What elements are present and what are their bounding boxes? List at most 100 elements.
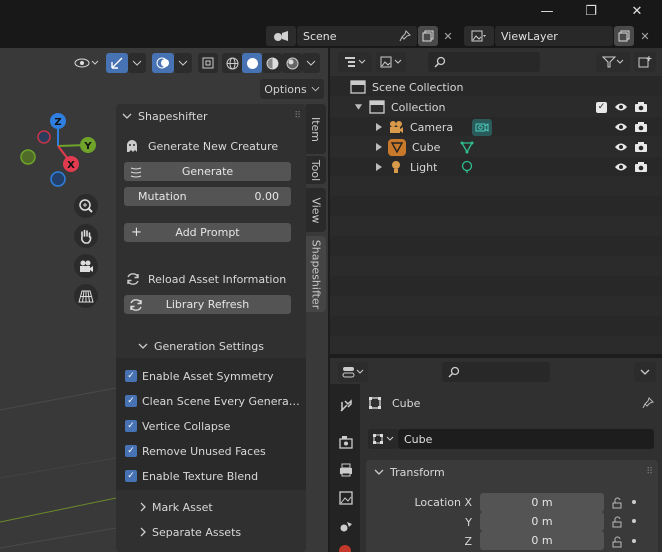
shading-rendered[interactable] [282, 53, 302, 73]
navigation-gizmo[interactable]: Z Y X [14, 108, 104, 192]
vertice-collapse-checkbox[interactable]: ✓ Vertice Collapse [125, 418, 301, 434]
lock-icon[interactable] [610, 514, 626, 530]
lock-icon[interactable] [610, 495, 626, 511]
enable-asset-symmetry-checkbox[interactable]: ✓ Enable Asset Symmetry [125, 368, 301, 384]
outliner-row-collection[interactable]: Collection ✓ [330, 97, 662, 117]
transform-panel-header[interactable]: Transform ⠿ [374, 463, 654, 481]
viewlayer-name-field[interactable]: ViewLayer [495, 26, 613, 46]
remove-viewlayer-icon[interactable]: ✕ [637, 28, 653, 44]
object-name-field[interactable]: Cube [398, 429, 654, 449]
chevron-down-icon[interactable] [354, 104, 363, 110]
top-bar: — ❐ ✕ Scene ✕ ViewLayer ✕ [0, 0, 662, 48]
overlays-toggle[interactable] [152, 53, 174, 73]
scene-tab[interactable] [336, 516, 356, 536]
outliner-row-light[interactable]: Light [330, 157, 662, 177]
neg-y-handle[interactable] [20, 149, 36, 165]
shading-solid[interactable] [242, 53, 262, 73]
mutation-field[interactable]: Mutation 0.00 [124, 187, 291, 206]
library-refresh-button[interactable]: Library Refresh [124, 295, 291, 314]
chevron-right-icon[interactable] [376, 123, 382, 131]
zoom-button[interactable] [74, 194, 98, 218]
unlink-scene-icon[interactable]: ✕ [440, 28, 456, 44]
render-camera-icon[interactable] [634, 101, 648, 113]
output-tab[interactable] [336, 460, 356, 480]
location-z-field[interactable]: 0 m [480, 531, 604, 550]
filter-view-dropdown[interactable] [376, 52, 406, 72]
drag-handle-icon[interactable]: ⠿ [646, 467, 654, 477]
lock-icon[interactable] [610, 534, 626, 550]
generate-button[interactable]: Generate [124, 162, 291, 181]
view-layer-tab[interactable] [336, 488, 356, 508]
refresh-icon [126, 272, 140, 286]
render-camera-icon[interactable] [634, 161, 648, 173]
eye-icon[interactable] [614, 102, 628, 112]
keyframe-dot-icon[interactable] [632, 539, 636, 543]
drag-handle-icon[interactable]: ⠿ [294, 111, 302, 121]
render-camera-icon[interactable] [634, 121, 648, 133]
gizmo-toggle[interactable] [106, 53, 128, 73]
clean-scene-checkbox[interactable]: ✓ Clean Scene Every Genera… [125, 393, 301, 409]
location-x-field[interactable]: 0 m [480, 493, 604, 512]
chevron-right-icon[interactable] [376, 143, 382, 151]
tab-view[interactable]: View [306, 188, 326, 232]
add-prompt-button[interactable]: + Add Prompt [124, 223, 291, 242]
outliner-search-input[interactable] [428, 52, 540, 72]
outliner-row-cube[interactable]: Cube [330, 137, 662, 157]
viewlayer-browse-button[interactable] [464, 26, 494, 46]
options-dropdown[interactable]: Options [260, 79, 324, 99]
tool-tab[interactable] [336, 396, 356, 416]
enable-texture-blend-checkbox[interactable]: ✓ Enable Texture Blend [125, 468, 301, 484]
overlays-dropdown[interactable] [174, 53, 192, 73]
neg-z-handle[interactable] [50, 171, 66, 187]
tab-item[interactable]: Item [306, 104, 326, 154]
editor-type-dropdown[interactable] [338, 362, 368, 382]
shading-material[interactable] [262, 53, 282, 73]
shading-dropdown[interactable] [302, 53, 320, 73]
remove-unused-faces-checkbox[interactable]: ✓ Remove Unused Faces [125, 443, 301, 459]
display-mode-dropdown[interactable] [338, 52, 372, 72]
separate-assets-header[interactable]: Separate Assets [140, 524, 300, 540]
outliner-row-camera[interactable]: Camera [330, 117, 662, 137]
pin-icon[interactable] [397, 28, 413, 44]
generation-settings-header[interactable]: Generation Settings [138, 338, 298, 354]
render-camera-icon[interactable] [634, 141, 648, 153]
location-y-field[interactable]: 0 m [480, 512, 604, 531]
scene-browse-button[interactable] [266, 26, 296, 46]
mesh-data-icon[interactable] [460, 140, 474, 154]
object-browse-button[interactable] [368, 429, 398, 449]
shapeshifter-panel-header[interactable]: Shapeshifter ⠿ [122, 108, 302, 124]
pan-button[interactable] [74, 224, 98, 248]
eye-icon[interactable] [614, 142, 628, 152]
camera-view-button[interactable] [74, 254, 98, 278]
new-viewlayer-button[interactable] [614, 26, 634, 46]
render-tab[interactable] [336, 432, 356, 452]
close-button[interactable]: ✕ [624, 2, 650, 20]
properties-search-input[interactable] [442, 362, 550, 382]
properties-options-dropdown[interactable] [634, 362, 656, 382]
xray-toggle[interactable] [198, 53, 218, 73]
new-collection-button[interactable] [634, 52, 656, 72]
shading-wireframe[interactable] [222, 53, 242, 73]
visibility-dropdown[interactable] [72, 54, 102, 72]
eye-icon[interactable] [614, 162, 628, 172]
ortho-toggle-button[interactable] [74, 284, 98, 308]
minimize-button[interactable]: — [534, 2, 560, 20]
gizmo-dropdown[interactable] [128, 53, 146, 73]
exclude-checkbox[interactable]: ✓ [596, 101, 607, 113]
outliner-row-scene-collection[interactable]: Scene Collection [330, 77, 662, 97]
tab-tool[interactable]: Tool [306, 156, 326, 184]
world-tab[interactable] [338, 544, 354, 552]
neg-x-handle[interactable] [37, 130, 51, 144]
light-data-icon[interactable] [460, 160, 474, 174]
tab-shapeshifter[interactable]: Shapeshifter [306, 236, 326, 312]
camera-data-icon[interactable] [472, 118, 492, 136]
maximize-button[interactable]: ❐ [578, 2, 604, 20]
pin-icon[interactable] [642, 397, 654, 409]
mark-asset-header[interactable]: Mark Asset [140, 499, 300, 515]
keyframe-dot-icon[interactable] [632, 500, 636, 504]
keyframe-dot-icon[interactable] [632, 519, 636, 523]
filter-dropdown[interactable] [596, 52, 630, 72]
new-scene-button[interactable] [418, 26, 438, 46]
eye-icon[interactable] [614, 122, 628, 132]
chevron-right-icon[interactable] [376, 163, 382, 171]
